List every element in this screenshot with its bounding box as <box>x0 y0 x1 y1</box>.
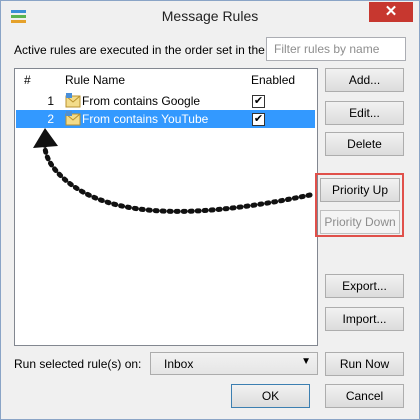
filter-input[interactable]: Filter rules by name <box>266 37 406 61</box>
priority-up-button[interactable]: Priority Up <box>320 178 400 202</box>
row-number: 1 <box>47 94 54 108</box>
priority-down-button[interactable]: Priority Down <box>320 210 400 234</box>
rules-list[interactable]: # Rule Name Enabled 1 From contains Goog… <box>14 68 318 346</box>
folder-select-value: Inbox <box>164 357 194 371</box>
import-button[interactable]: Import... <box>325 307 404 331</box>
message-rules-dialog: Message Rules ✕ Active rules are execute… <box>0 0 420 420</box>
row-number: 2 <box>47 112 54 126</box>
add-button[interactable]: Add... <box>325 68 404 92</box>
folder-select[interactable]: Inbox ▼ <box>150 352 318 375</box>
rule-envelope-icon <box>65 93 81 108</box>
chevron-down-icon: ▼ <box>301 356 311 367</box>
column-header-number[interactable]: # <box>24 73 31 87</box>
rule-name: From contains Google <box>82 94 201 108</box>
cancel-button[interactable]: Cancel <box>325 384 404 408</box>
ok-button[interactable]: OK <box>231 384 310 408</box>
enabled-checkbox[interactable]: ✔ <box>252 95 265 108</box>
active-rules-label: Active rules are executed in the order s… <box>14 43 265 57</box>
run-now-button[interactable]: Run Now <box>325 352 404 376</box>
title-bar: Message Rules ✕ <box>1 1 419 32</box>
window-title: Message Rules <box>161 8 259 24</box>
table-row[interactable]: 2 From contains YouTube ✔ <box>16 110 315 128</box>
rule-name: From contains YouTube <box>82 112 209 126</box>
delete-button[interactable]: Delete <box>325 132 404 156</box>
export-button[interactable]: Export... <box>325 274 404 298</box>
column-header-rule-name[interactable]: Rule Name <box>65 73 125 87</box>
edit-button[interactable]: Edit... <box>325 101 404 125</box>
enabled-checkbox[interactable]: ✔ <box>252 113 265 126</box>
column-header-enabled[interactable]: Enabled <box>251 73 295 87</box>
run-on-label: Run selected rule(s) on: <box>14 357 142 371</box>
rule-envelope-icon <box>65 111 81 126</box>
close-button[interactable]: ✕ <box>369 2 413 22</box>
table-row[interactable]: 1 From contains Google ✔ <box>16 92 315 110</box>
